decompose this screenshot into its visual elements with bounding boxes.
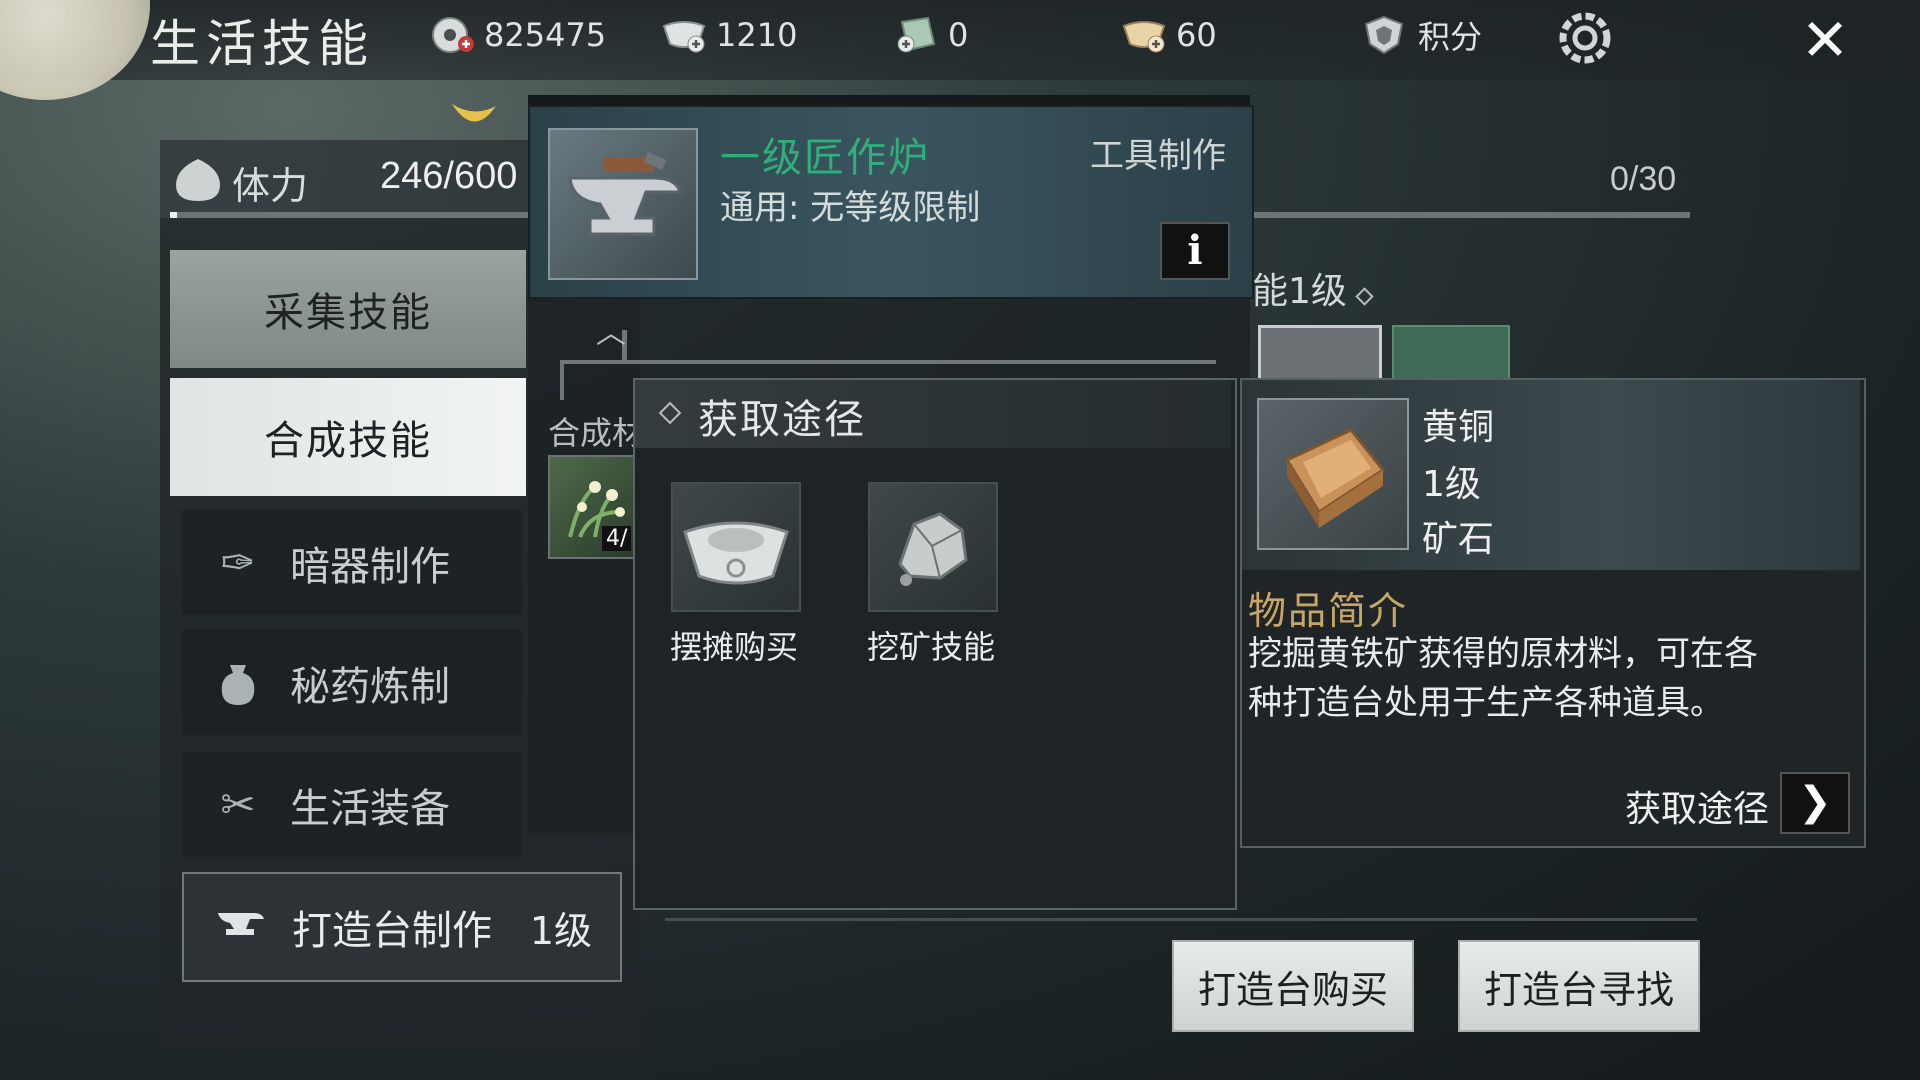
tree-connector: [560, 360, 564, 400]
gold-value: 60: [1176, 16, 1217, 54]
settings-gear-icon[interactable]: [1555, 8, 1615, 68]
dart-icon: ✑: [220, 538, 256, 587]
page-title: 生活技能: [150, 15, 374, 73]
popup-title: 获取途径: [698, 397, 866, 443]
stamina-fill: [170, 212, 177, 218]
jade-resource: 0: [892, 14, 968, 56]
item-requirement: 通用: 无等级限制: [720, 188, 981, 228]
points-label: 积分: [1418, 18, 1483, 56]
sidebar-item-dart-crafting[interactable]: ✑ 暗器制作: [182, 510, 522, 615]
item-detail-type: 矿石: [1422, 519, 1495, 560]
item-detail-name: 黄铜: [1422, 407, 1495, 448]
gold-resource: 60: [1120, 14, 1217, 56]
acquire-source-link[interactable]: 获取途径: [1625, 780, 1769, 832]
recipe-slot[interactable]: [1258, 325, 1382, 380]
forge-level: 1级: [529, 908, 592, 953]
stamina-icon: [170, 155, 226, 205]
item-category: 工具制作: [1090, 136, 1226, 176]
info-button[interactable]: i: [1160, 222, 1230, 280]
sidebar-item-label: 暗器制作: [290, 543, 450, 590]
diamond-icon: [1355, 287, 1375, 306]
sidebar-item-forge-crafting[interactable]: 打造台制作 1级: [182, 872, 622, 982]
materials-label: 合成材: [548, 414, 645, 452]
stamina-track: [170, 212, 590, 218]
item-detail-level: 1级: [1422, 464, 1481, 505]
scissors-icon: ✂: [220, 780, 256, 829]
forge-item-icon[interactable]: [548, 128, 698, 280]
skill-level-title: 能1级: [1252, 262, 1375, 314]
tab-craft-skills[interactable]: 合成技能: [170, 378, 526, 496]
item-description: 挖掘黄铁矿获得的原材料，可在各种打造台处用于生产各种道具。: [1248, 634, 1758, 723]
sidebar-item-medicine[interactable]: 秘药炼制: [182, 630, 522, 735]
brass-ingot-icon: [1257, 398, 1409, 550]
tab-gather-skills[interactable]: 采集技能: [170, 250, 526, 368]
stall-purchase-label: 摆摊购买: [669, 628, 798, 666]
divider: [665, 918, 1697, 921]
item-name: 一级匠作炉: [720, 135, 930, 181]
diamond-icon: [658, 401, 682, 425]
points-button[interactable]: 积分: [1362, 14, 1482, 56]
medicine-pouch-icon: [208, 653, 268, 713]
sidebar-item-life-gear[interactable]: ✂ 生活装备: [182, 752, 522, 857]
tree-connector: [560, 360, 1216, 364]
progress-count: 0/30: [1610, 160, 1677, 198]
silver-value: 1210: [716, 16, 798, 54]
close-icon[interactable]: ✕: [1795, 10, 1855, 70]
silver-ingot-icon: [660, 14, 708, 56]
moon-decoration: [0, 0, 150, 100]
skill-level-text: 能1级: [1252, 271, 1347, 312]
chevron-right-icon[interactable]: ❯: [1780, 772, 1850, 834]
silver-resource: 1210: [660, 14, 797, 56]
mining-skill-button[interactable]: [868, 482, 998, 612]
jade-value: 0: [948, 16, 969, 54]
forge-buy-button[interactable]: 打造台购买: [1172, 940, 1414, 1032]
forge-find-button[interactable]: 打造台寻找: [1458, 940, 1700, 1032]
item-description-title: 物品简介: [1248, 589, 1409, 633]
gold-ingot-icon: [1120, 14, 1168, 56]
coin-resource: 825475: [428, 14, 606, 56]
lantern-icon: [446, 94, 502, 134]
recipe-slot[interactable]: [1392, 325, 1510, 379]
sidebar-item-label: 生活装备: [290, 785, 450, 832]
anvil-icon: [210, 897, 270, 957]
sidebar-item-label: 秘药炼制: [290, 663, 450, 710]
shield-points-icon: [1362, 14, 1410, 56]
coin-value: 825475: [484, 16, 607, 54]
progress-track: [1250, 212, 1690, 218]
material-count: 4/: [602, 526, 632, 551]
jade-ticket-icon: [892, 14, 940, 56]
sidebar-item-label: 打造台制作: [292, 908, 492, 954]
stamina-value: 246/600: [380, 155, 518, 197]
coin-icon: [428, 14, 476, 56]
mining-skill-label: 挖矿技能: [866, 628, 995, 666]
stamina-label: 体力: [232, 164, 309, 208]
chevron-up-icon: ︿: [596, 316, 626, 351]
stall-purchase-button[interactable]: [671, 482, 801, 612]
